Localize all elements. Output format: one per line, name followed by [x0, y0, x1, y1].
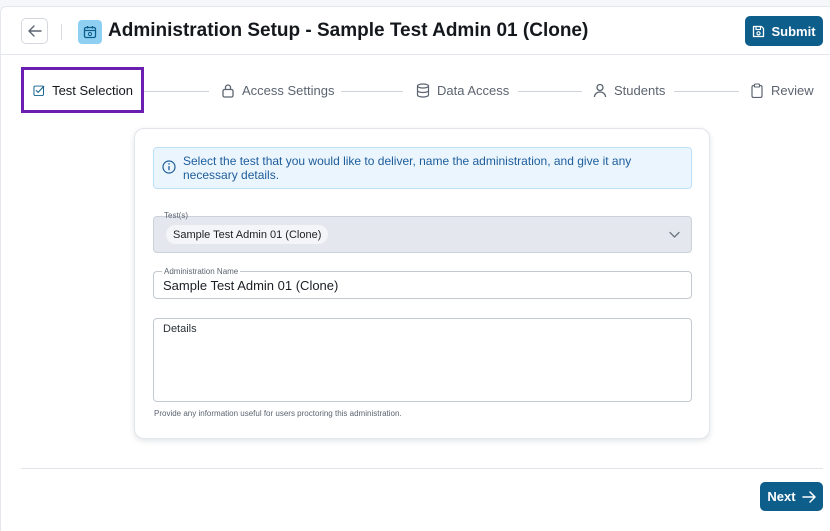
- info-icon: [162, 160, 176, 174]
- step-access-settings[interactable]: Access Settings: [221, 67, 335, 113]
- step-test-selection[interactable]: Test Selection: [21, 67, 144, 113]
- header-divider: [61, 24, 62, 40]
- back-button[interactable]: [21, 18, 48, 44]
- tests-select[interactable]: Sample Test Admin 01 (Clone): [153, 216, 692, 253]
- lock-icon: [222, 83, 234, 98]
- info-text: Select the test that you would like to d…: [183, 154, 632, 182]
- step-label: Access Settings: [242, 82, 335, 98]
- submit-button[interactable]: Submit: [745, 16, 823, 46]
- page-title: Administration Setup - Sample Test Admin…: [108, 20, 589, 41]
- page: Administration Setup - Sample Test Admin…: [0, 6, 830, 531]
- stepper: Test Selection Access Settings Data Acce…: [1, 67, 830, 113]
- database-icon: [416, 82, 430, 98]
- step-students[interactable]: Students: [593, 67, 665, 113]
- step-data-access[interactable]: Data Access: [416, 67, 509, 113]
- submit-label: Submit: [771, 23, 816, 39]
- clipboard-icon: [751, 82, 763, 98]
- checkbox-icon: [33, 85, 45, 96]
- details-label: Details: [163, 323, 197, 335]
- step-review[interactable]: Review: [750, 67, 814, 113]
- info-banner: Select the test that you would like to d…: [153, 147, 692, 189]
- arrow-left-icon: [27, 25, 42, 37]
- header: Administration Setup - Sample Test Admin…: [1, 7, 830, 55]
- person-icon: [593, 83, 607, 97]
- step-label: Test Selection: [52, 82, 133, 98]
- step-label: Data Access: [437, 82, 510, 98]
- step-label: Review: [771, 82, 814, 98]
- selected-test-chip[interactable]: Sample Test Admin 01 (Clone): [166, 225, 329, 244]
- administration-name-label: Administration Name: [162, 267, 241, 276]
- details-textarea[interactable]: Details: [153, 318, 692, 402]
- tests-label: Test(s): [164, 211, 188, 220]
- calendar-icon: [78, 20, 102, 44]
- chevron-down-icon: [669, 231, 680, 238]
- save-icon: [753, 25, 765, 37]
- next-label: Next: [767, 489, 796, 504]
- form-card: Select the test that you would like to d…: [134, 128, 710, 439]
- step-label: Students: [614, 82, 666, 98]
- footer-divider: [21, 468, 823, 469]
- next-button[interactable]: Next: [760, 482, 823, 511]
- details-helper-text: Provide any information useful for users…: [154, 409, 402, 418]
- arrow-right-icon: [801, 490, 816, 503]
